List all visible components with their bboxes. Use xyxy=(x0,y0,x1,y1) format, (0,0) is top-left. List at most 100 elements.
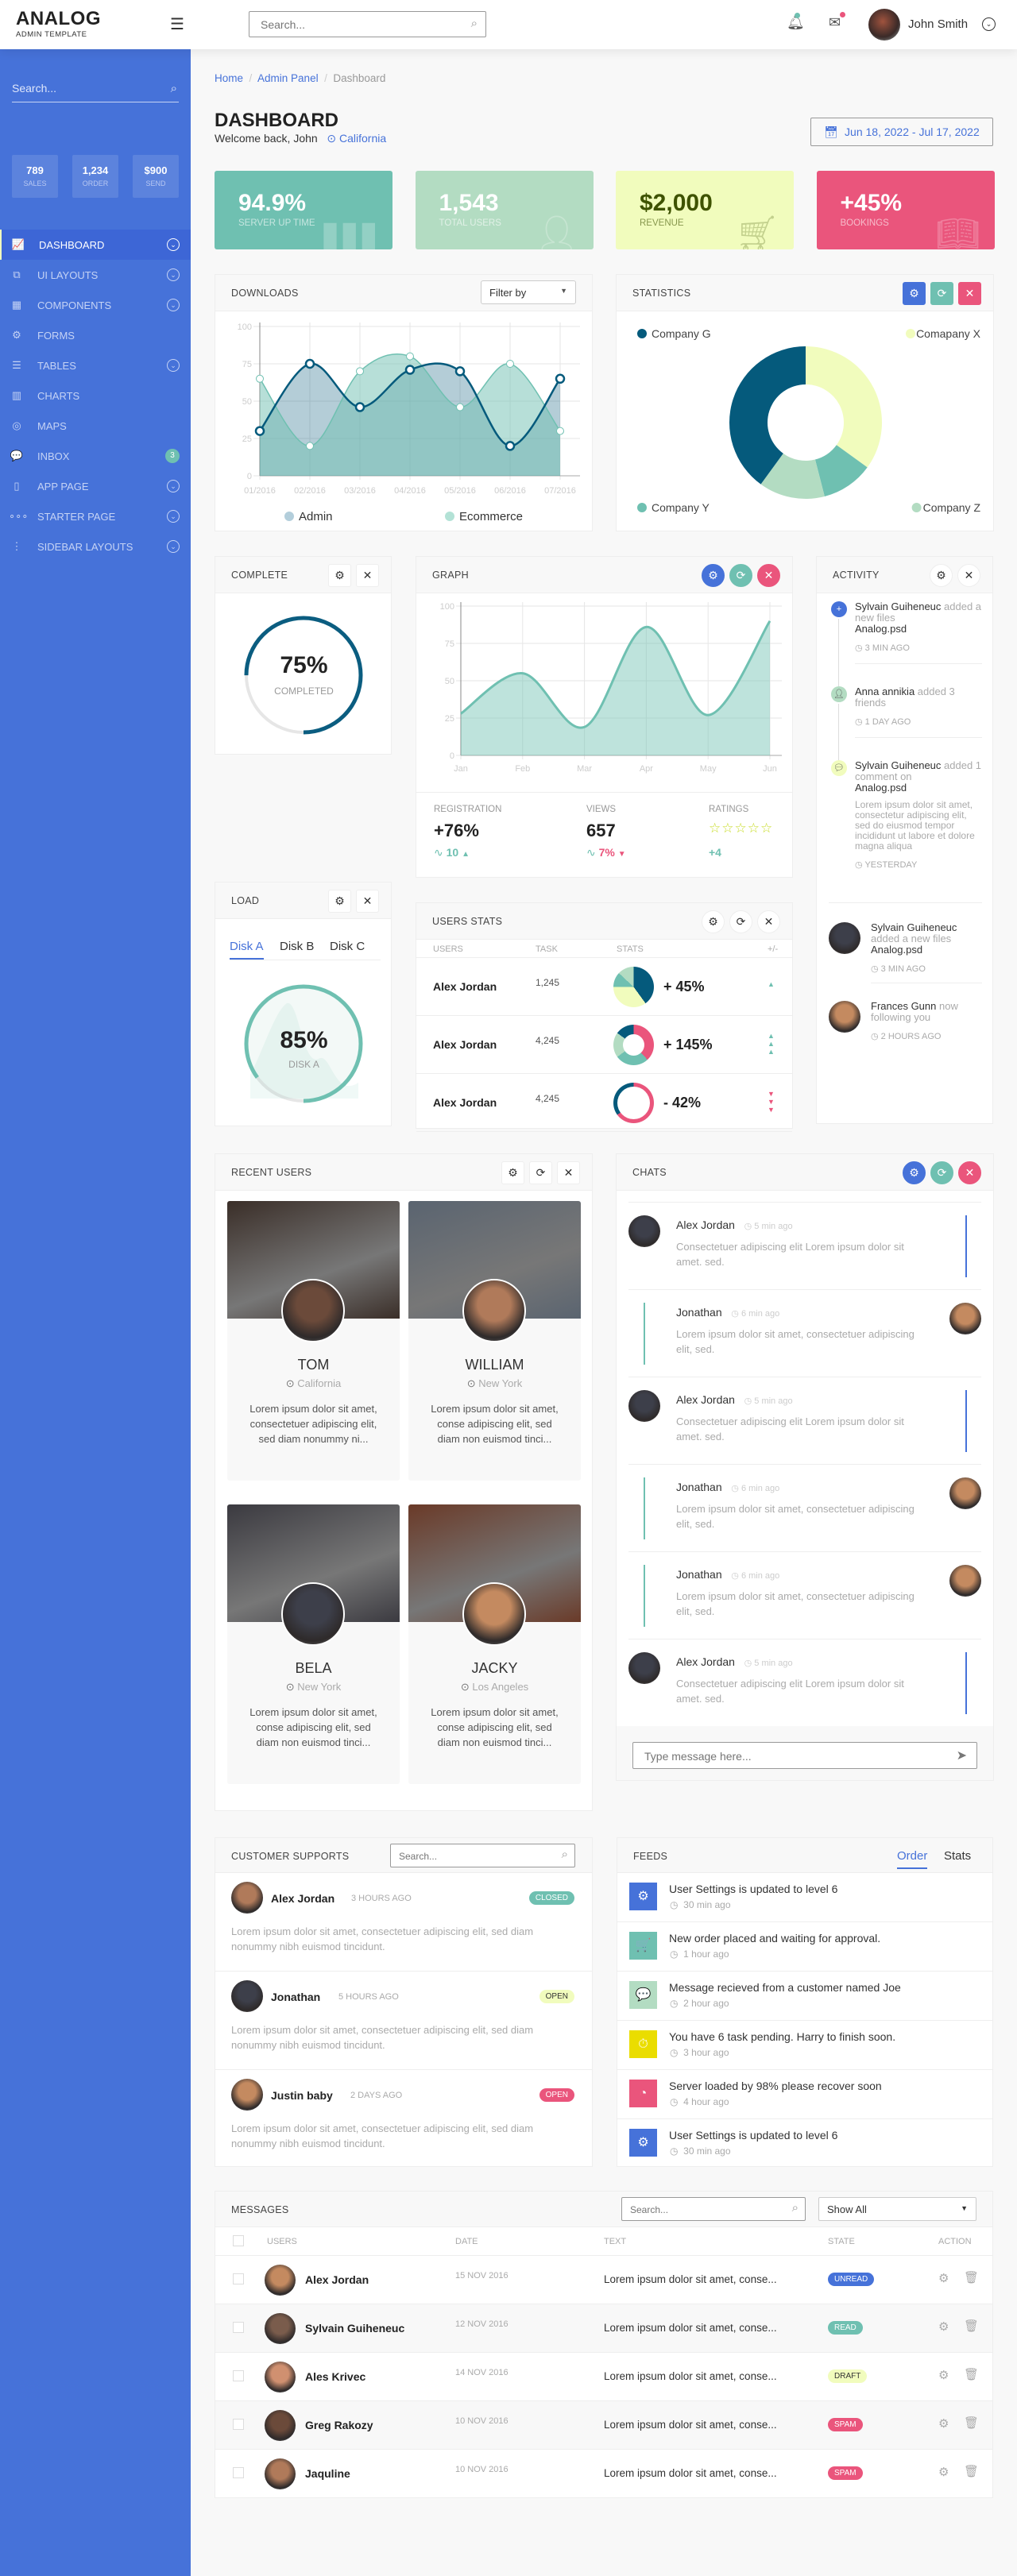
sidebar-item-app-page[interactable]: ▯ APP PAGE ⌄ xyxy=(0,471,191,501)
trash-icon[interactable]: 🗑︎ xyxy=(964,2319,979,2333)
header-search[interactable]: ⌕ xyxy=(249,11,486,37)
sidebar-item-inbox[interactable]: 💬 INBOX 3 xyxy=(0,441,191,471)
sender-name[interactable]: Alex Jordan xyxy=(676,1655,735,1668)
close-button[interactable]: ✕ xyxy=(957,564,980,587)
close-button[interactable]: ✕ xyxy=(757,564,780,587)
user-menu-chevron-icon[interactable]: ⌄ xyxy=(982,17,996,31)
activity-file[interactable]: Analog.psd xyxy=(871,944,982,956)
tab-disk-b[interactable]: Disk B xyxy=(280,940,314,953)
gear-icon[interactable]: ⚙ xyxy=(938,2416,949,2431)
feed-item[interactable]: ⚙ User Settings is updated to level 6 ◷ 30… xyxy=(617,1873,992,1922)
user-name[interactable]: Jaquline xyxy=(305,2467,350,2480)
user-name[interactable]: Alex Jordan xyxy=(433,1096,497,1109)
row-checkbox[interactable] xyxy=(233,2322,244,2333)
activity-user[interactable]: Sylvain Guiheneuc xyxy=(855,759,941,771)
user-name[interactable]: Alex Jordan xyxy=(433,980,497,993)
trash-icon[interactable]: 🗑︎ xyxy=(964,2270,979,2284)
activity-user[interactable]: Sylvain Guiheneuc xyxy=(855,601,941,612)
sidebar-item-starter-page[interactable]: ∘∘∘ STARTER PAGE ⌄ xyxy=(0,501,191,531)
logo[interactable]: ANALOG xyxy=(16,8,101,30)
user-card[interactable]: TOM ⊙ California Lorem ipsum dolor sit ame… xyxy=(227,1201,400,1481)
user-name[interactable]: Alex Jordan xyxy=(433,1038,497,1051)
messages-search[interactable]: ⌕ xyxy=(621,2197,806,2221)
chat-message-input[interactable] xyxy=(644,1750,930,1763)
search-icon[interactable]: ⌕ xyxy=(171,82,177,95)
feed-item[interactable]: 🛒 New order placed and waiting for approv… xyxy=(617,1922,992,1972)
sidebar-item-ui-layouts[interactable]: ⧉ UI LAYOUTS ⌄ xyxy=(0,260,191,290)
customer-name[interactable]: Alex Jordan xyxy=(271,1892,334,1905)
search-icon[interactable]: ⌕ xyxy=(471,17,478,30)
close-button[interactable]: ✕ xyxy=(958,1161,981,1184)
header-search-input[interactable] xyxy=(261,18,451,31)
sidebar-search[interactable]: ⌕ xyxy=(12,82,179,102)
user-card[interactable]: JACKY ⊙ Los Angeles Lorem ipsum dolor sit … xyxy=(408,1504,581,1784)
activity-user[interactable]: Anna annikia xyxy=(855,686,915,697)
breadcrumb-home[interactable]: Home xyxy=(215,72,243,84)
user-name[interactable]: Greg Rakozy xyxy=(305,2419,373,2431)
refresh-button[interactable]: ⟳ xyxy=(930,1161,953,1184)
tab-disk-c[interactable]: Disk C xyxy=(330,940,365,953)
filter-dropdown[interactable]: Filter by ▼ xyxy=(481,280,576,304)
sidebar-item-forms[interactable]: ⚙ FORMS xyxy=(0,320,191,350)
settings-button[interactable]: ⚙ xyxy=(702,910,725,933)
customer-name[interactable]: Justin baby xyxy=(271,2089,333,2102)
user-name[interactable]: Sylvain Guiheneuc xyxy=(305,2322,404,2335)
activity-file[interactable]: Analog.psd xyxy=(855,624,982,635)
trash-icon[interactable]: 🗑︎ xyxy=(964,2464,979,2478)
row-checkbox[interactable] xyxy=(233,2370,244,2381)
messages-search-input[interactable] xyxy=(630,2204,773,2215)
gear-icon[interactable]: ⚙ xyxy=(938,2465,949,2479)
supports-search[interactable]: ⌕ xyxy=(390,1844,575,1867)
user-card[interactable]: BELA ⊙ New York Lorem ipsum dolor sit amet… xyxy=(227,1504,400,1784)
sender-name[interactable]: Jonathan xyxy=(676,1306,722,1319)
location-link[interactable]: California xyxy=(339,132,386,145)
sidebar-item-components[interactable]: ▦ COMPONENTS ⌄ xyxy=(0,290,191,320)
close-button[interactable]: ✕ xyxy=(958,282,981,305)
select-all-checkbox[interactable] xyxy=(233,2235,244,2246)
settings-button[interactable]: ⚙ xyxy=(903,282,926,305)
breadcrumb-admin-panel[interactable]: Admin Panel xyxy=(257,72,319,84)
sender-name[interactable]: Alex Jordan xyxy=(676,1218,735,1231)
settings-button[interactable]: ⚙ xyxy=(903,1161,926,1184)
search-icon[interactable]: ⌕ xyxy=(562,1848,568,1861)
message-text[interactable]: Lorem ipsum dolor sit amet, conse... xyxy=(604,2322,777,2334)
support-ticket[interactable]: Jonathan 5 HOURS AGO OPEN Lorem ipsum dolor… xyxy=(215,1972,592,2070)
activity-user[interactable]: Frances Gunn xyxy=(871,1000,936,1012)
trash-icon[interactable]: 🗑︎ xyxy=(964,2367,979,2381)
sidebar-item-charts[interactable]: ▥ CHARTS xyxy=(0,380,191,411)
settings-button[interactable]: ⚙ xyxy=(702,564,725,587)
feed-item[interactable]: ⚙ User Settings is updated to level 6 ◷ 30… xyxy=(617,2119,992,2169)
hamburger-menu-icon[interactable]: ☰ xyxy=(170,14,184,34)
settings-button[interactable]: ⚙ xyxy=(930,564,953,587)
trash-icon[interactable]: 🗑︎ xyxy=(964,2416,979,2430)
chat-input-box[interactable]: ➤ xyxy=(632,1742,977,1769)
user-name[interactable]: WILLIAM xyxy=(408,1357,581,1373)
refresh-button[interactable]: ⟳ xyxy=(529,1161,552,1184)
user-card[interactable]: WILLIAM ⊙ New York Lorem ipsum dolor sit a… xyxy=(408,1201,581,1481)
mail-icon[interactable]: ✉ xyxy=(829,12,845,31)
sidebar-item-sidebar-layouts[interactable]: ⋮ SIDEBAR LAYOUTS ⌄ xyxy=(0,531,191,562)
user-name[interactable]: TOM xyxy=(227,1357,400,1373)
row-checkbox[interactable] xyxy=(233,2273,244,2284)
send-icon[interactable]: ➤ xyxy=(957,1748,967,1763)
message-text[interactable]: Lorem ipsum dolor sit amet, conse... xyxy=(604,2273,777,2285)
message-text[interactable]: Lorem ipsum dolor sit amet, conse... xyxy=(604,2370,777,2382)
messages-filter-select[interactable]: Show All ▼ xyxy=(818,2197,976,2221)
user-name[interactable]: JACKY xyxy=(408,1660,581,1677)
bell-icon[interactable]: 🔔︎ xyxy=(787,13,805,31)
activity-file[interactable]: Analog.psd xyxy=(855,782,982,794)
sender-name[interactable]: Jonathan xyxy=(676,1568,722,1581)
gear-icon[interactable]: ⚙ xyxy=(938,2319,949,2334)
user-name[interactable]: John Smith xyxy=(908,17,968,31)
row-checkbox[interactable] xyxy=(233,2467,244,2478)
close-button[interactable]: ✕ xyxy=(757,910,780,933)
user-name[interactable]: Ales Krivec xyxy=(305,2370,365,2383)
refresh-button[interactable]: ⟳ xyxy=(729,910,752,933)
gear-icon[interactable]: ⚙ xyxy=(938,2368,949,2382)
date-range-picker[interactable]: 📅︎ Jun 18, 2022 - Jul 17, 2022 xyxy=(810,118,993,146)
search-icon[interactable]: ⌕ xyxy=(792,2201,799,2215)
support-ticket[interactable]: Justin baby 2 DAYS AGO OPEN Lorem ipsum dol… xyxy=(215,2070,592,2169)
sidebar-item-maps[interactable]: ◎ MAPS xyxy=(0,411,191,441)
sidebar-item-dashboard[interactable]: 📈 DASHBOARD ⌄ xyxy=(0,230,191,260)
close-button[interactable]: ✕ xyxy=(356,564,379,587)
